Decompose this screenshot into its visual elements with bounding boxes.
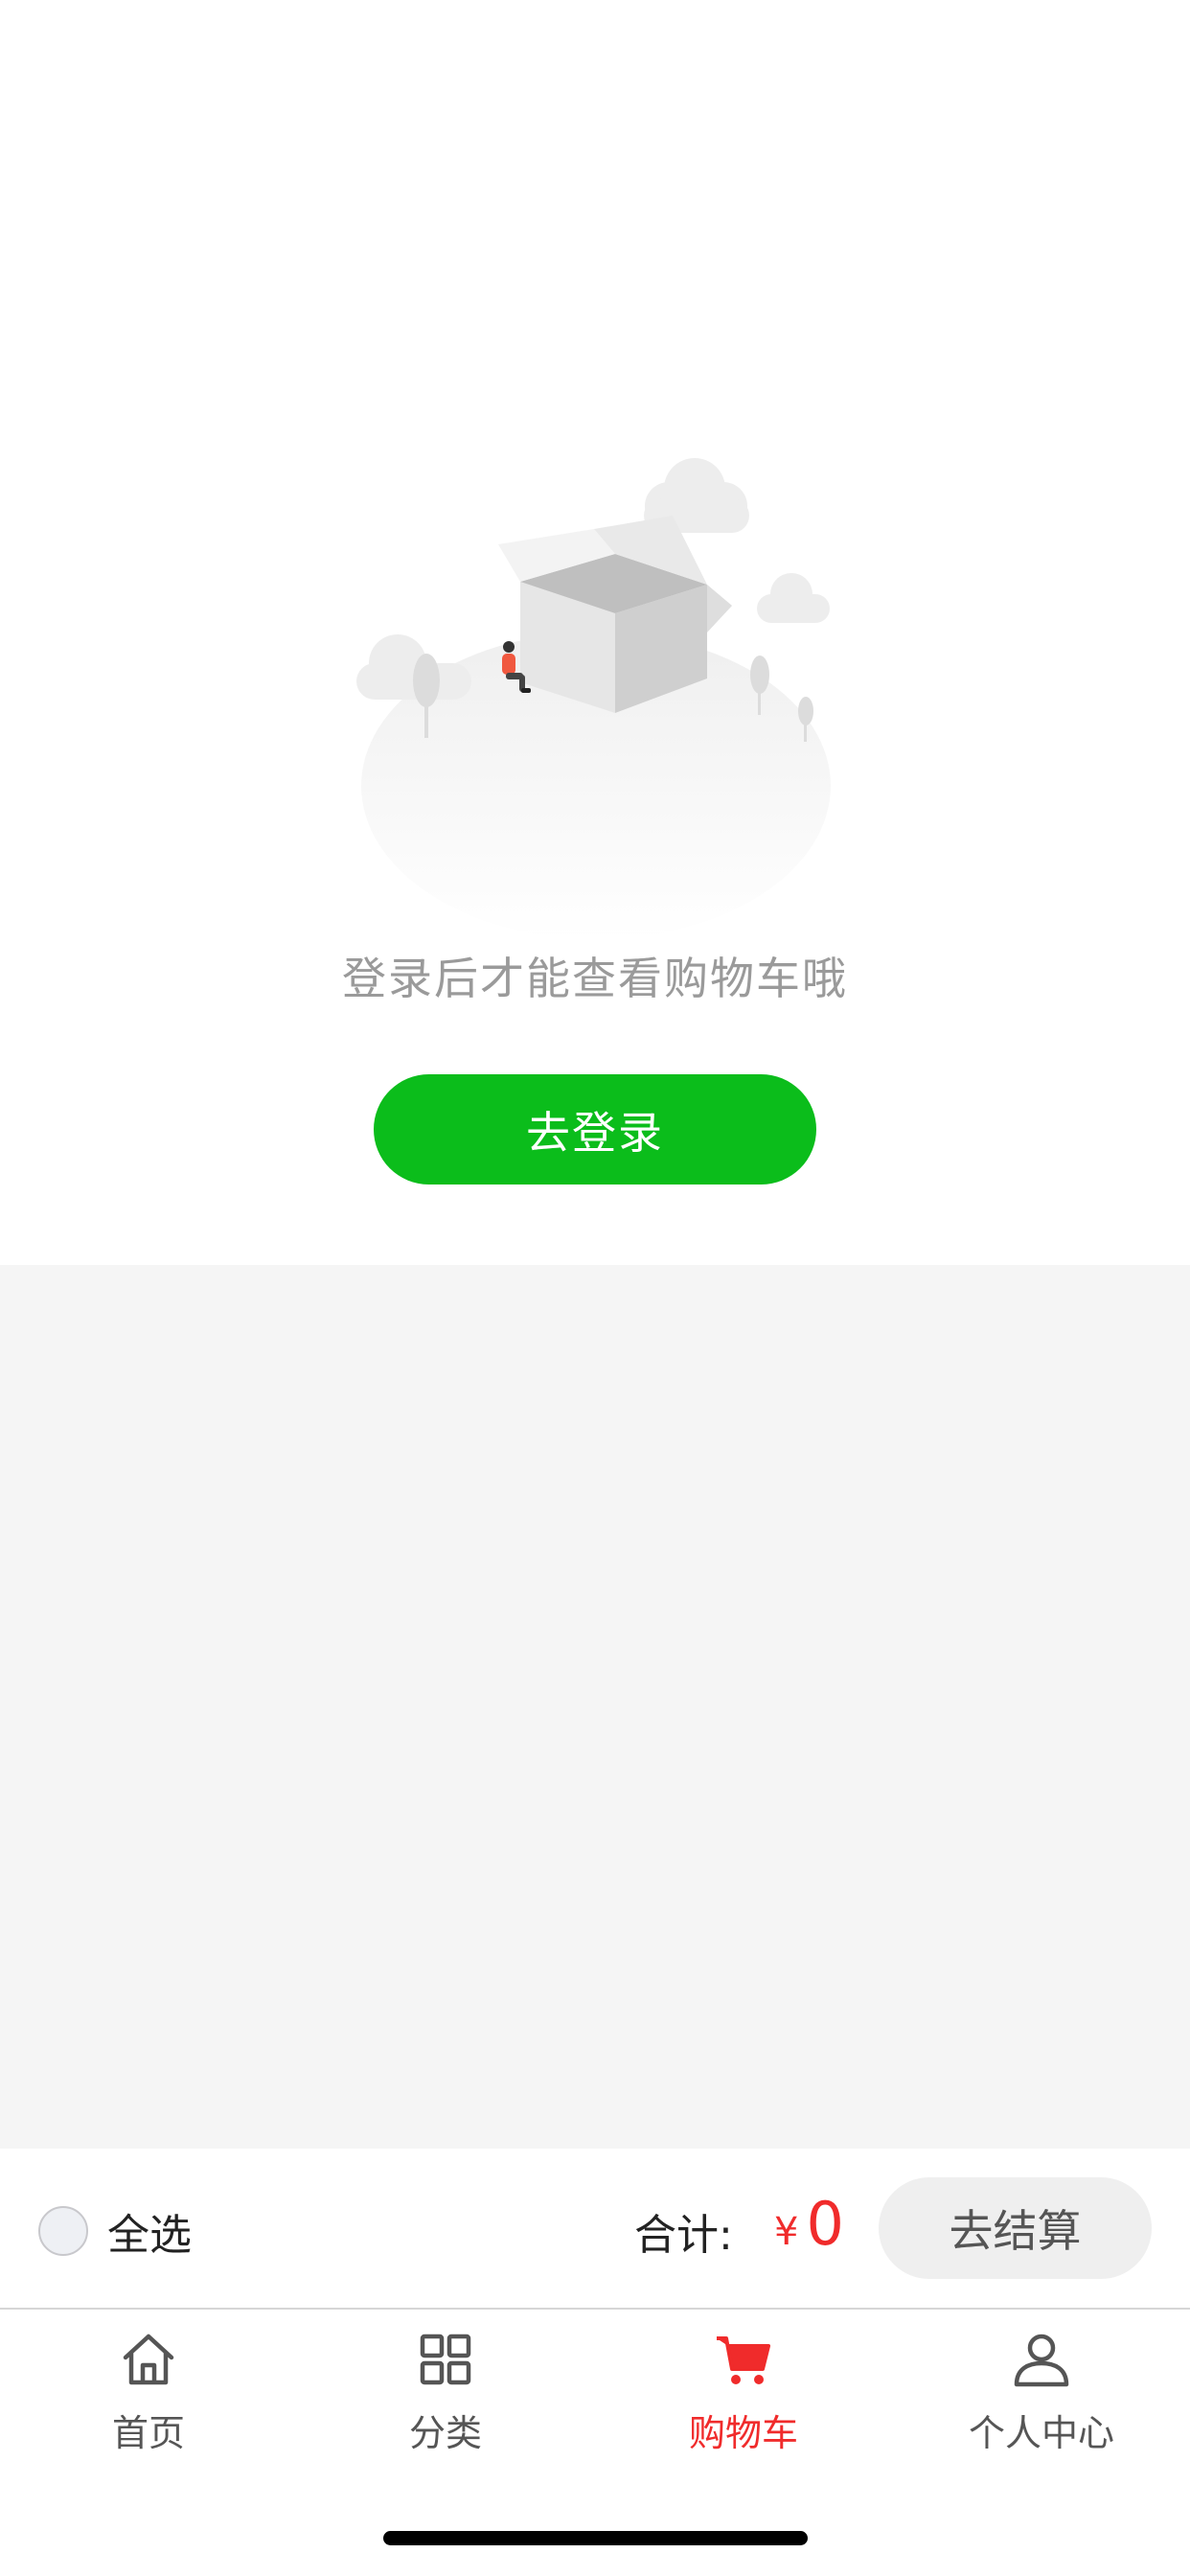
currency-symbol: ¥: [774, 2210, 799, 2254]
total-label: 合计:: [634, 2211, 733, 2260]
tab-profile[interactable]: 个人中心: [893, 2327, 1190, 2471]
home-icon: [123, 2334, 174, 2385]
select-all-label: 全选: [107, 2211, 192, 2260]
tab-profile-label: 个人中心: [968, 2412, 1114, 2454]
tab-home-label: 首页: [111, 2412, 185, 2454]
cart-summary-bar: 全选 合计: ¥ 0 去结算: [0, 2149, 1190, 2310]
empty-state-section: 登录后才能查看购物车哦 去登录: [0, 0, 1190, 1265]
total-price: ¥ 0: [774, 2189, 844, 2259]
cart-content-area: [0, 1265, 1190, 2149]
tab-home[interactable]: 首页: [0, 2327, 297, 2471]
tab-category[interactable]: 分类: [297, 2327, 594, 2471]
home-indicator: [383, 2531, 808, 2545]
select-all-checkbox[interactable]: 全选: [38, 2204, 192, 2260]
select-all-radio-icon[interactable]: [38, 2206, 88, 2256]
login-button[interactable]: 去登录: [374, 1074, 816, 1184]
user-icon: [1014, 2334, 1069, 2387]
cart-page: 登录后才能查看购物车哦 去登录 全选 合计: ¥ 0 去结算 首页 分类 购物车…: [0, 0, 1190, 2576]
total-price-value: 0: [806, 2189, 844, 2259]
cart-icon: [717, 2336, 770, 2384]
tab-cart-label: 购物车: [688, 2412, 798, 2454]
tab-cart[interactable]: 购物车: [595, 2327, 892, 2471]
empty-cart-illustration: [356, 458, 831, 939]
empty-cart-message: 登录后才能查看购物车哦: [342, 953, 848, 1004]
grid-icon: [420, 2334, 471, 2385]
tab-category-label: 分类: [408, 2412, 482, 2454]
checkout-button[interactable]: 去结算: [879, 2177, 1152, 2279]
